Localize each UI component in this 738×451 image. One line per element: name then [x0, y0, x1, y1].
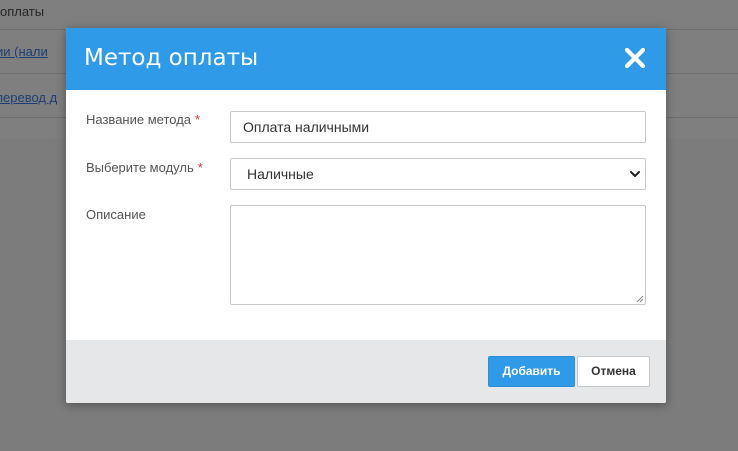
module-label-text: Выберите модуль — [86, 160, 194, 175]
resize-grip-icon[interactable] — [635, 294, 644, 303]
background-table-header: оплаты — [0, 0, 738, 30]
required-mark: * — [197, 160, 203, 175]
required-mark: * — [195, 112, 201, 127]
background-row-link[interactable]: ии (нали — [0, 44, 48, 59]
close-icon — [624, 47, 646, 69]
method-name-label: Название метода * — [86, 112, 200, 127]
dialog-body: Название метода * Оплата наличными Выбери… — [66, 90, 666, 340]
module-select-value: Наличные — [247, 166, 314, 182]
background-row-link[interactable]: перевод д — [0, 90, 57, 105]
dialog-footer: Добавить Отмена — [66, 340, 666, 403]
module-label: Выберите модуль * — [86, 160, 203, 175]
dialog-header: Метод оплаты — [66, 28, 666, 90]
method-name-label-text: Название метода — [86, 112, 192, 127]
description-label: Описание — [86, 207, 146, 222]
description-textarea[interactable] — [230, 205, 646, 305]
add-button[interactable]: Добавить — [488, 356, 575, 387]
background-header-text: оплаты — [0, 4, 45, 19]
method-name-input[interactable]: Оплата наличными — [230, 111, 646, 143]
payment-method-dialog: Метод оплаты Название метода * Оплата нал… — [66, 28, 666, 403]
cancel-button[interactable]: Отмена — [577, 356, 650, 387]
close-button[interactable] — [622, 45, 648, 71]
dialog-title: Метод оплаты — [84, 45, 259, 71]
module-select[interactable]: Наличные — [230, 158, 646, 190]
chevron-down-icon — [630, 171, 640, 177]
